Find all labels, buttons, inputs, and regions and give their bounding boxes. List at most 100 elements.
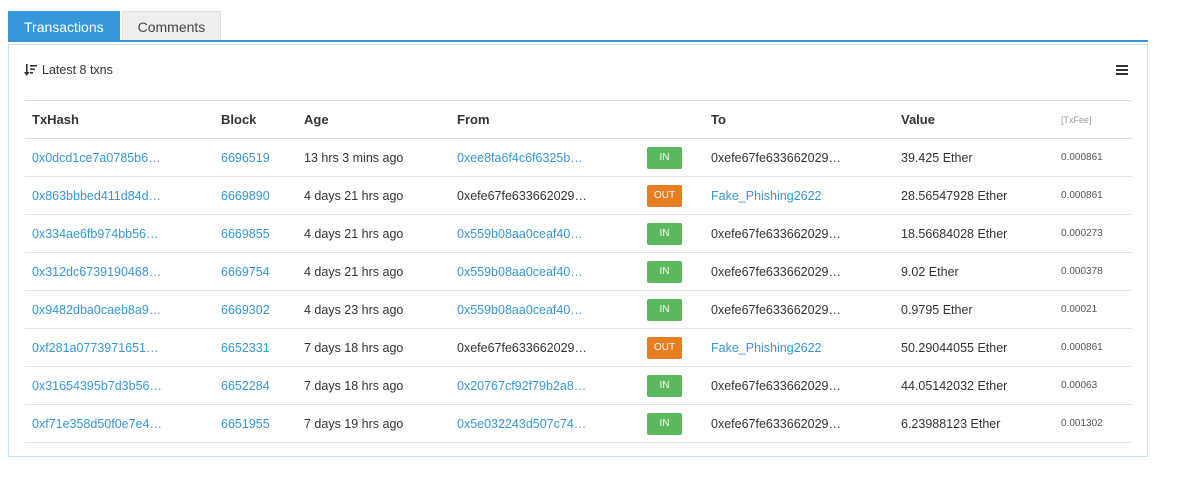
sort-desc-icon[interactable] (24, 63, 38, 77)
block-link[interactable]: 6652331 (221, 341, 270, 355)
direction-badge: IN (647, 260, 682, 283)
txhash-cell: 0x9482dba0caeb8a9… (25, 290, 214, 329)
to-address-link[interactable]: Fake_Phishing2622 (711, 341, 822, 355)
direction-badge: IN (647, 222, 682, 245)
from-cell: 0x559b08aa0ceaf40… (450, 290, 640, 329)
block-cell: 6669302 (214, 290, 297, 329)
col-header-direction (640, 100, 704, 139)
to-address: 0xefe67fe633662029… (711, 302, 841, 317)
txhash-cell: 0x334ae6fb974bb56… (25, 214, 214, 253)
value-cell: 50.29044055 Ether (894, 328, 1054, 367)
from-cell: 0x5e032243d507c74… (450, 404, 640, 443)
direction-badge: OUT (647, 336, 682, 359)
txhash-cell: 0x0dcd1ce7a0785b6… (25, 138, 214, 177)
to-cell: 0xefe67fe633662029… (704, 290, 894, 329)
txfee-cell: 0.00063 (1054, 366, 1132, 405)
txhash-link[interactable]: 0xf281a0773971651… (32, 341, 159, 355)
to-cell: 0xefe67fe633662029… (704, 404, 894, 443)
hamburger-menu-icon[interactable] (1116, 65, 1128, 75)
txhash-cell: 0xf281a0773971651… (25, 328, 214, 367)
age-cell: 7 days 19 hrs ago (297, 404, 450, 443)
panel-header: Latest 8 txns (24, 63, 113, 77)
txhash-link[interactable]: 0xf71e358d50f0e7e4… (32, 417, 162, 431)
txhash-link[interactable]: 0x0dcd1ce7a0785b6… (32, 151, 161, 165)
from-address: 0xefe67fe633662029… (457, 188, 587, 203)
txhash-link[interactable]: 0x312dc6739190468… (32, 265, 161, 279)
block-cell: 6669754 (214, 252, 297, 291)
block-cell: 6696519 (214, 138, 297, 177)
from-cell: 0xefe67fe633662029… (450, 176, 640, 215)
direction-badge: IN (647, 374, 682, 397)
txhash-link[interactable]: 0x31654395b7d3b56… (32, 379, 162, 393)
txhash-link[interactable]: 0x863bbbed411d84d… (32, 189, 161, 203)
to-cell: 0xefe67fe633662029… (704, 252, 894, 291)
table-row: 0xf71e358d50f0e7e4… 6651955 7 days 19 hrs … (25, 404, 1132, 443)
from-address-link[interactable]: 0x559b08aa0ceaf40… (457, 227, 583, 241)
table-row: 0xf281a0773971651… 6652331 7 days 18 hrs a… (25, 328, 1132, 367)
txhash-cell: 0x31654395b7d3b56… (25, 366, 214, 405)
table-row: 0x0dcd1ce7a0785b6… 6696519 13 hrs 3 mins a… (25, 138, 1132, 177)
from-address-link[interactable]: 0x559b08aa0ceaf40… (457, 265, 583, 279)
block-link[interactable]: 6696519 (221, 151, 270, 165)
direction-badge: OUT (647, 184, 682, 207)
block-link[interactable]: 6669890 (221, 189, 270, 203)
tab-comments[interactable]: Comments (121, 11, 222, 41)
col-header-from: From (450, 100, 640, 139)
txfee-cell: 0.00021 (1054, 290, 1132, 329)
to-cell: 0xefe67fe633662029… (704, 214, 894, 253)
direction-cell: IN (640, 252, 704, 291)
table-row: 0x9482dba0caeb8a9… 6669302 4 days 23 hrs a… (25, 290, 1132, 329)
block-link[interactable]: 6651955 (221, 417, 270, 431)
block-cell: 6652331 (214, 328, 297, 367)
col-header-txfee[interactable]: [TxFee] (1054, 100, 1132, 139)
txhash-cell: 0x312dc6739190468… (25, 252, 214, 291)
to-cell: 0xefe67fe633662029… (704, 138, 894, 177)
age-cell: 4 days 23 hrs ago (297, 290, 450, 329)
tab-transactions[interactable]: Transactions (8, 11, 120, 41)
tab-underline (8, 40, 1148, 42)
latest-txns-label: Latest 8 txns (42, 63, 113, 77)
direction-cell: OUT (640, 328, 704, 367)
to-address-link[interactable]: Fake_Phishing2622 (711, 189, 822, 203)
block-link[interactable]: 6669302 (221, 303, 270, 317)
from-cell: 0x559b08aa0ceaf40… (450, 214, 640, 253)
from-cell: 0xee8fa6f4c6f6325b… (450, 138, 640, 177)
to-address: 0xefe67fe633662029… (711, 150, 841, 165)
transactions-panel: Latest 8 txns TxHash Block Age From To V… (8, 44, 1148, 457)
col-header-value: Value (894, 100, 1054, 139)
txhash-link[interactable]: 0x334ae6fb974bb56… (32, 227, 159, 241)
direction-badge: IN (647, 146, 682, 169)
age-cell: 13 hrs 3 mins ago (297, 138, 450, 177)
direction-cell: IN (640, 138, 704, 177)
txfee-cell: 0.000861 (1054, 138, 1132, 177)
value-cell: 44.05142032 Ether (894, 366, 1054, 405)
block-link[interactable]: 6669855 (221, 227, 270, 241)
col-header-block: Block (214, 100, 297, 139)
table-row: 0x31654395b7d3b56… 6652284 7 days 18 hrs a… (25, 366, 1132, 405)
value-cell: 6.23988123 Ether (894, 404, 1054, 443)
to-address: 0xefe67fe633662029… (711, 378, 841, 393)
from-cell: 0xefe67fe633662029… (450, 328, 640, 367)
block-link[interactable]: 6669754 (221, 265, 270, 279)
from-address-link[interactable]: 0x5e032243d507c74… (457, 417, 586, 431)
direction-badge: IN (647, 298, 682, 321)
block-link[interactable]: 6652284 (221, 379, 270, 393)
to-address: 0xefe67fe633662029… (711, 226, 841, 241)
from-address: 0xefe67fe633662029… (457, 340, 587, 355)
col-header-txhash: TxHash (25, 100, 214, 139)
direction-cell: IN (640, 290, 704, 329)
transactions-body: 0x0dcd1ce7a0785b6… 6696519 13 hrs 3 mins a… (25, 138, 1132, 443)
from-address-link[interactable]: 0xee8fa6f4c6f6325b… (457, 151, 583, 165)
value-cell: 28.56547928 Ether (894, 176, 1054, 215)
to-cell: 0xefe67fe633662029… (704, 366, 894, 405)
from-address-link[interactable]: 0x20767cf92f79b2a8… (457, 379, 586, 393)
from-address-link[interactable]: 0x559b08aa0ceaf40… (457, 303, 583, 317)
value-cell: 39.425 Ether (894, 138, 1054, 177)
block-cell: 6669890 (214, 176, 297, 215)
txhash-link[interactable]: 0x9482dba0caeb8a9… (32, 303, 161, 317)
to-address: 0xefe67fe633662029… (711, 416, 841, 431)
age-cell: 4 days 21 hrs ago (297, 176, 450, 215)
age-cell: 4 days 21 hrs ago (297, 214, 450, 253)
tab-bar: Transactions Comments (8, 11, 223, 41)
txhash-cell: 0x863bbbed411d84d… (25, 176, 214, 215)
